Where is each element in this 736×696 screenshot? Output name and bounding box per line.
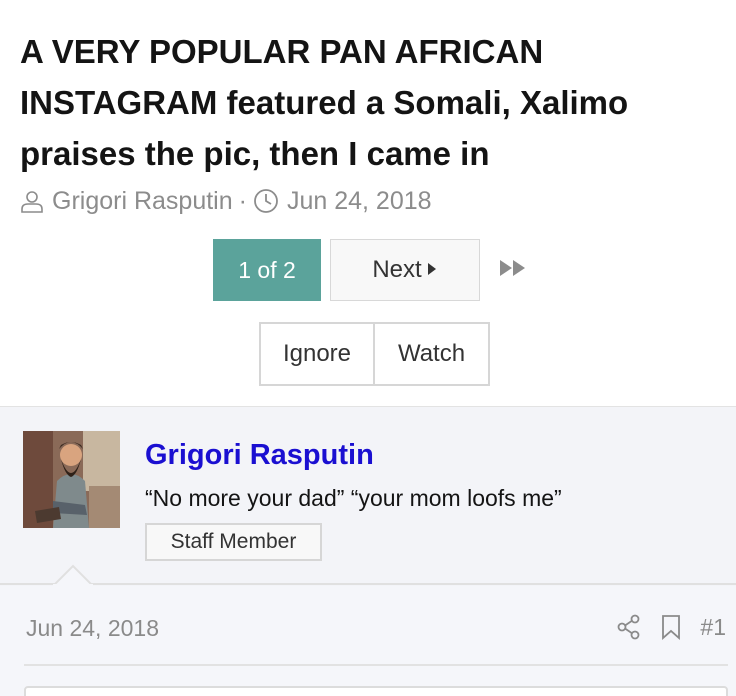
post-date[interactable]: Jun 24, 2018	[26, 615, 159, 642]
thread-title: A VERY POPULAR PAN AFRICAN INSTAGRAM fea…	[20, 33, 629, 172]
post-user-block: Grigori Rasputin “No more your dad” “you…	[0, 407, 736, 586]
user-icon	[20, 189, 44, 213]
post-tools: #1	[598, 610, 726, 644]
post-message-area: Jun 24, 2018 #1	[0, 586, 736, 696]
thread-author-link[interactable]: Grigori Rasputin	[52, 187, 233, 216]
watch-button[interactable]: Watch	[375, 324, 488, 384]
fast-forward-icon	[499, 258, 527, 283]
thread-meta: Grigori Rasputin · Jun 24, 2018	[20, 186, 432, 216]
user-custom-title: “No more your dad” “your mom loofs me”	[145, 485, 562, 511]
post-content-box	[24, 686, 728, 696]
pagination: 1 of 2 Next	[0, 239, 736, 301]
ignore-button[interactable]: Ignore	[261, 324, 375, 384]
share-icon[interactable]	[616, 614, 642, 640]
page-jump-button[interactable]: 1 of 2	[213, 239, 321, 301]
thread-action-bar: Ignore Watch	[259, 322, 490, 386]
post-number-link[interactable]: #1	[700, 614, 726, 641]
clock-icon	[253, 188, 279, 214]
avatar[interactable]	[23, 431, 120, 528]
next-label: Next	[372, 256, 422, 283]
bookmark-icon[interactable]	[660, 614, 682, 640]
last-page-button[interactable]	[497, 255, 529, 285]
caret-right-icon	[422, 256, 438, 284]
post-username[interactable]: Grigori Rasputin	[145, 439, 374, 472]
staff-member-badge: Staff Member	[145, 523, 322, 561]
meta-separator: ·	[238, 186, 247, 215]
post-1: Grigori Rasputin “No more your dad” “you…	[0, 406, 736, 696]
next-page-button[interactable]: Next	[330, 239, 480, 301]
divider	[24, 664, 728, 666]
post-pointer-arrow	[53, 564, 93, 586]
thread-date[interactable]: Jun 24, 2018	[287, 187, 432, 216]
